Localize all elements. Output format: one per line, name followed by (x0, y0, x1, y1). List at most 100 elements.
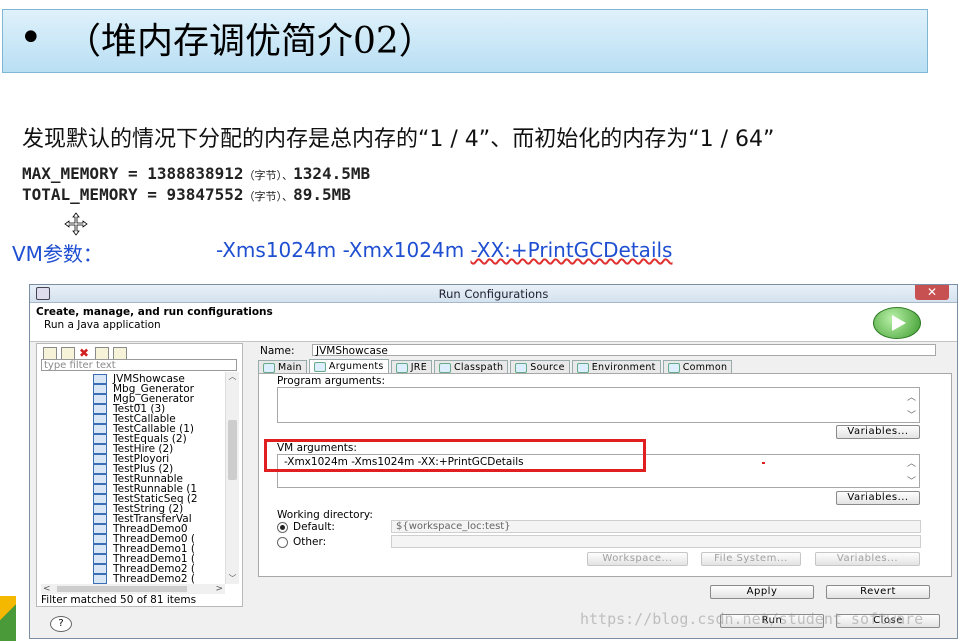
vm-params-plain: -Xms1024m -Xmx1024m (216, 238, 471, 262)
program-args-scroll-down-icon[interactable]: ﹀ (905, 408, 918, 421)
tab-source-icon (515, 362, 528, 373)
total-memory-unit: （字节）、 (243, 190, 294, 203)
workspace-button[interactable]: Workspace... (587, 552, 688, 566)
java-app-icon (93, 404, 107, 414)
tab-jre-icon (395, 362, 408, 373)
title-banner: • （堆内存调优简介02） (2, 9, 928, 73)
program-args-scroll-up-icon[interactable]: ︿ (905, 390, 918, 403)
tab-classpath-icon (439, 362, 451, 373)
program-arguments-textarea[interactable] (277, 387, 920, 423)
move-cursor-icon (64, 212, 88, 236)
apply-button[interactable]: Apply (710, 585, 814, 599)
default-radio-row[interactable]: Default: (277, 521, 335, 533)
total-memory-value: TOTAL_MEMORY = 93847552 (22, 185, 244, 204)
help-icon[interactable]: ? (50, 616, 72, 632)
vm-args-scroll-up-icon[interactable]: ︿ (905, 456, 918, 469)
scroll-left-icon[interactable]: < (43, 584, 51, 594)
tree-horizontal-scrollbar[interactable]: < > (41, 584, 225, 594)
hscroll-thumb[interactable] (57, 586, 187, 592)
java-app-icon (93, 514, 107, 524)
default-directory-field: ${workspace_loc:test} (391, 520, 921, 533)
default-radio[interactable] (277, 521, 288, 533)
other-radio-row[interactable]: Other: (277, 536, 326, 548)
delete-config-icon[interactable]: ✖ (79, 347, 91, 359)
java-app-icon (93, 534, 107, 544)
working-directory-label: Working directory: (277, 509, 373, 521)
tab-main[interactable]: Main (258, 360, 307, 374)
other-directory-field (391, 535, 921, 548)
java-app-icon (93, 554, 107, 564)
tab-label: Classpath (454, 362, 504, 373)
tab-label: Environment (591, 362, 656, 373)
tab-common[interactable]: Common (662, 360, 733, 374)
config-tabs: Main Arguments JRE Classpath Source Environme… (258, 359, 734, 374)
tab-arguments[interactable]: Arguments (308, 359, 389, 374)
name-label: Name: (260, 345, 295, 357)
java-app-icon (93, 464, 107, 474)
max-memory-mb: 1324.5MB (293, 164, 371, 183)
java-app-icon (93, 414, 107, 424)
java-app-icon (93, 454, 107, 464)
java-app-icon (93, 504, 107, 514)
program-arguments-label: Program arguments: (277, 375, 385, 387)
java-app-icon (93, 444, 107, 454)
vm-args-scroll-down-icon[interactable]: ﹀ (905, 474, 918, 487)
tab-label: Main (278, 362, 302, 373)
vm-params-value: -Xms1024m -Xmx1024m -XX:+PrintGCDetails (216, 238, 672, 262)
java-app-icon (93, 494, 107, 504)
revert-button[interactable]: Revert (826, 585, 930, 599)
dialog-title: Run Configurations (438, 287, 549, 301)
total-memory-mb: 89.5MB (293, 185, 351, 204)
java-app-icon (93, 544, 107, 554)
tree-item-label: ThreadDemo2 ( (113, 573, 196, 584)
config-tree: JVMShowcase Mbg_Generator Mgb_Generator Tes… (93, 374, 223, 584)
java-app-icon (93, 524, 107, 534)
tab-main-icon (263, 362, 275, 373)
scroll-up-icon[interactable]: ︿ (226, 372, 239, 382)
scroll-down-icon[interactable]: ﹀ (226, 574, 239, 584)
tab-label: Common (682, 362, 728, 373)
max-memory-line: MAX_MEMORY = 1388838912（字节）、1324.5MB (22, 164, 370, 183)
highlight-dot (762, 462, 765, 464)
other-radio[interactable] (277, 536, 288, 548)
tab-common-icon (667, 362, 680, 373)
configuration-tree-panel: ✖ type filter text JVMShowcase Mbg_Genera… (36, 343, 243, 607)
run-configurations-dialog: Run Configurations ✕ Create, manage, and… (29, 284, 958, 639)
tree-vertical-scrollbar[interactable]: ︿ ﹀ (225, 372, 239, 584)
header-title: Create, manage, and run configurations (36, 306, 273, 318)
config-name-input[interactable]: JVMShowcase (312, 344, 936, 357)
file-system-button[interactable]: File System... (701, 552, 801, 566)
arguments-tab-body: Program arguments: ︿ ﹀ Variables... VM a… (258, 373, 952, 577)
filter-input[interactable]: type filter text (41, 359, 237, 371)
tab-jre[interactable]: JRE (390, 360, 432, 374)
max-memory-value: MAX_MEMORY = 1388838912 (22, 164, 244, 183)
working-dir-variables-button[interactable]: Variables... (815, 552, 920, 566)
default-radio-label: Default: (293, 521, 335, 533)
slide-corner-decoration (0, 596, 16, 641)
dialog-header: Create, manage, and run configurations R… (30, 303, 957, 342)
tab-environment[interactable]: Environment (571, 360, 661, 374)
java-app-icon (93, 574, 107, 584)
tab-classpath[interactable]: Classpath (434, 360, 509, 374)
java-app-icon (93, 394, 107, 404)
title-bullet: • (19, 15, 43, 61)
java-app-icon (93, 564, 107, 574)
window-close-icon[interactable]: ✕ (915, 285, 949, 300)
run-banner-icon (873, 307, 921, 339)
other-radio-label: Other: (293, 536, 327, 548)
dialog-titlebar[interactable]: Run Configurations ✕ (30, 285, 957, 303)
slide-title: （堆内存调优简介02） (65, 21, 435, 62)
scrollbar-thumb[interactable] (228, 420, 237, 480)
tab-source[interactable]: Source (510, 360, 570, 374)
scroll-right-icon[interactable]: > (215, 584, 223, 594)
tab-arguments-icon (313, 361, 326, 372)
program-variables-button[interactable]: Variables... (836, 425, 920, 439)
java-app-icon (93, 474, 107, 484)
memory-note: 发现默认的情况下分配的内存是总内存的“1 / 4”、而初始化的内存为“1 / 6… (22, 127, 775, 152)
header-subtitle: Run a Java application (44, 319, 161, 331)
tree-item[interactable]: ThreadDemo2 ( (93, 574, 223, 584)
filter-status: Filter matched 50 of 81 items (41, 594, 197, 606)
java-app-icon (93, 374, 107, 384)
vm-variables-button[interactable]: Variables... (836, 491, 920, 505)
tab-environment-icon (576, 362, 589, 373)
